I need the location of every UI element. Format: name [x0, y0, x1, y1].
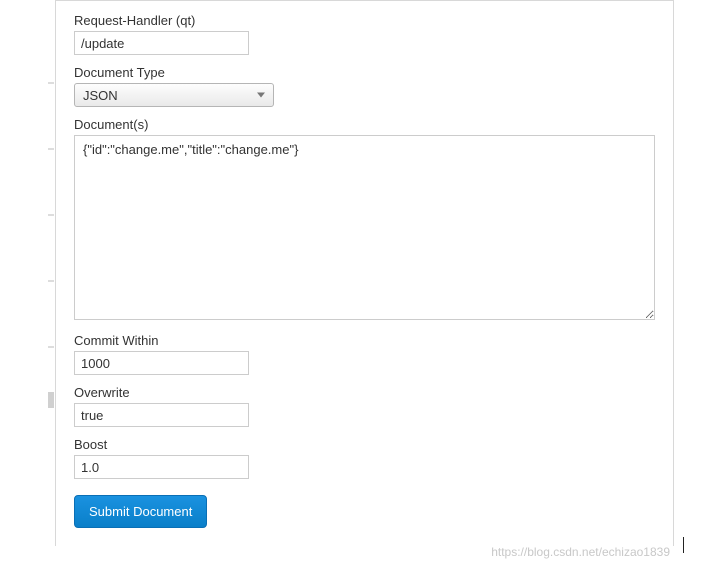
request-handler-label: Request-Handler (qt) — [74, 13, 655, 28]
documents-group: Document(s) — [74, 117, 655, 323]
submit-document-button[interactable]: Submit Document — [74, 495, 207, 528]
request-handler-input[interactable] — [74, 31, 249, 55]
overwrite-input[interactable] — [74, 403, 249, 427]
boost-label: Boost — [74, 437, 655, 452]
commit-within-input[interactable] — [74, 351, 249, 375]
document-type-value: JSON — [83, 88, 118, 103]
watermark-text: https://blog.csdn.net/echizao1839 — [491, 545, 670, 559]
boost-input[interactable] — [74, 455, 249, 479]
documents-textarea[interactable] — [74, 135, 655, 320]
document-type-group: Document Type JSON — [74, 65, 655, 107]
request-handler-group: Request-Handler (qt) — [74, 13, 655, 55]
chevron-down-icon — [257, 93, 265, 98]
document-type-label: Document Type — [74, 65, 655, 80]
documents-label: Document(s) — [74, 117, 655, 132]
commit-within-group: Commit Within — [74, 333, 655, 375]
document-type-select[interactable]: JSON — [74, 83, 274, 107]
overwrite-group: Overwrite — [74, 385, 655, 427]
text-cursor-icon — [683, 537, 684, 553]
boost-group: Boost — [74, 437, 655, 479]
commit-within-label: Commit Within — [74, 333, 655, 348]
document-form-panel: Request-Handler (qt) Document Type JSON … — [55, 0, 674, 546]
overwrite-label: Overwrite — [74, 385, 655, 400]
